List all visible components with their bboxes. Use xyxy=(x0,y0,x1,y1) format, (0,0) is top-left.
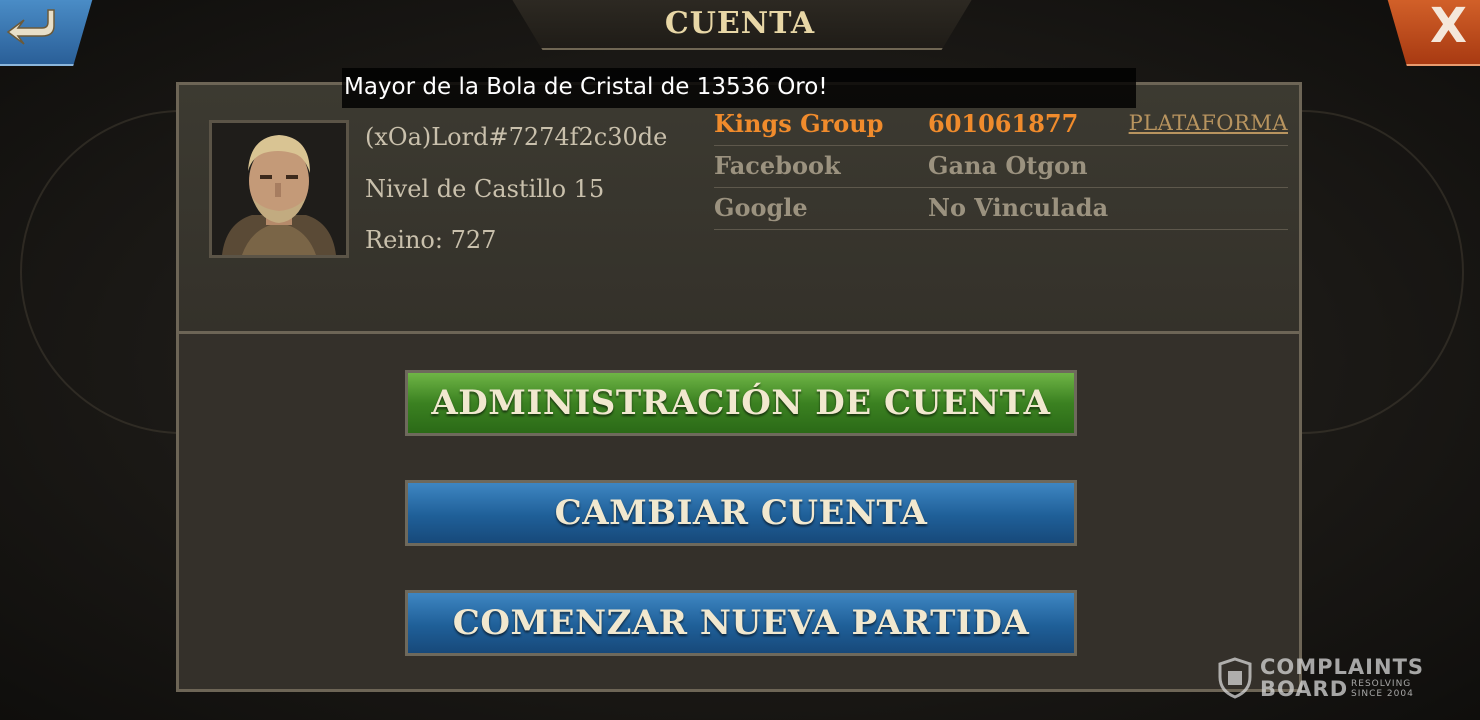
close-button[interactable]: X xyxy=(1386,0,1480,66)
avatar[interactable] xyxy=(209,120,349,258)
account-row-facebook: Facebook Gana Otgon xyxy=(714,147,1288,188)
shield-icon xyxy=(1218,657,1252,699)
watermark: COMPLAINTS BOARD RESOLVING SINCE 2004 xyxy=(1218,655,1438,701)
watermark-tagline: SINCE 2004 xyxy=(1351,689,1414,699)
account-row-kings-group: Kings Group 601061877 PLATAFORMA xyxy=(714,105,1288,146)
kingdom: Reino: 727 xyxy=(365,226,497,254)
account-row-google: Google No Vinculada xyxy=(714,189,1288,230)
account-actions-section: ADMINISTRACIÓN DE CUENTA CAMBIAR CUENTA … xyxy=(179,334,1299,689)
platform-value: Gana Otgon xyxy=(928,151,1088,180)
close-icon: X xyxy=(1430,0,1468,54)
back-arrow-icon xyxy=(6,9,55,45)
new-game-button[interactable]: COMENZAR NUEVA PARTIDA xyxy=(405,590,1077,656)
platform-label: Kings Group xyxy=(714,109,884,138)
platform-link[interactable]: PLATAFORMA xyxy=(1129,111,1288,135)
player-name: (xOa)Lord#7274f2c30de xyxy=(365,123,668,151)
account-info-section: (xOa)Lord#7274f2c30de Nivel de Castillo … xyxy=(179,85,1299,334)
manage-account-button[interactable]: ADMINISTRACIÓN DE CUENTA xyxy=(405,370,1077,436)
platform-label: Facebook xyxy=(714,151,841,180)
notification-banner: Mayor de la Bola de Cristal de 13536 Oro… xyxy=(342,68,1136,108)
castle-level: Nivel de Castillo 15 xyxy=(365,175,605,203)
watermark-text: BOARD xyxy=(1260,677,1349,701)
watermark-tagline: RESOLVING xyxy=(1351,679,1412,689)
platform-value: No Vinculada xyxy=(928,193,1109,222)
page-title: CUENTA xyxy=(664,6,816,41)
account-panel: (xOa)Lord#7274f2c30de Nivel de Castillo … xyxy=(176,82,1302,692)
switch-account-button[interactable]: CAMBIAR CUENTA xyxy=(405,480,1077,546)
back-button[interactable] xyxy=(0,0,94,66)
watermark-text: COMPLAINTS xyxy=(1260,655,1425,679)
platform-value: 601061877 xyxy=(928,109,1079,138)
portrait-image xyxy=(212,123,346,255)
platform-label: Google xyxy=(714,193,808,222)
